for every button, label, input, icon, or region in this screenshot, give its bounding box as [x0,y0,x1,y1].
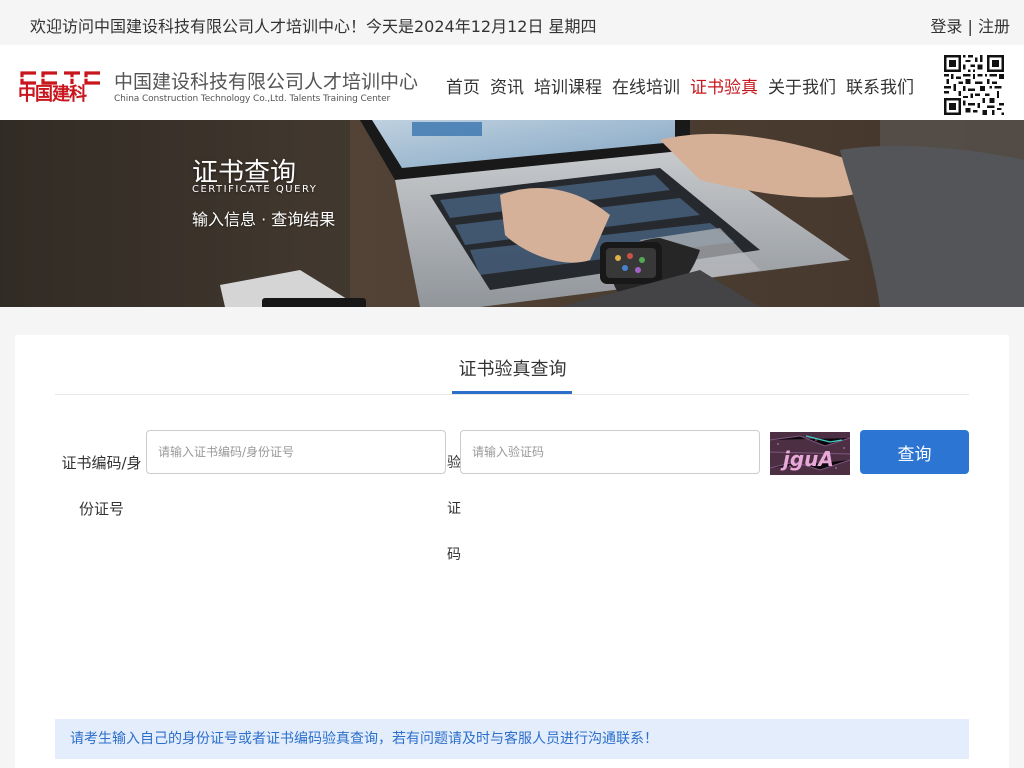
logo-name-cn: 中国建设科技有限公司人才培训中心 [114,71,419,93]
nav-item-certificate-verify[interactable]: 证书验真 [690,73,758,98]
site-logo[interactable]: 中国建科 中国建设科技有限公司人才培训中心 China Construction… [18,71,418,105]
nav-item-news[interactable]: 资讯 [490,73,524,98]
site-header: 中国建科 中国建设科技有限公司人才培训中心 China Construction… [0,45,1024,120]
auth-separator: | [962,17,978,36]
qr-code-icon [944,55,1004,115]
logo-mark-text: 中国建科 [18,84,87,105]
nav-item-home[interactable]: 首页 [446,73,480,98]
captcha-image[interactable]: jguA [770,432,850,475]
logo-name-en: China Construction Technology Co.,Ltd. T… [114,94,391,104]
banner-subtitle: CERTIFICATE QUERY [192,184,318,195]
top-bar: 欢迎访问中国建设科技有限公司人才培训中心！今天是2024年12月12日 星期四 … [0,0,1024,45]
panel-divider [55,394,969,395]
breadcrumb: 输入信息 · 查询结果 [192,210,336,229]
main-nav: 首页 资讯 培训课程 在线培训 证书验真 关于我们 联系我们 [441,73,919,98]
logo-text: 中国建设科技有限公司人才培训中心 China Construction Tech… [114,71,418,105]
nav-item-online-training[interactable]: 在线培训 [612,73,680,98]
certificate-query-panel: 证书验真查询 证书编码/身份证号 验证码 jguA 查询 请考生输入自己的身份证… [15,335,1009,768]
nav-item-contact[interactable]: 联系我们 [846,73,914,98]
laptop-typing-photo [0,120,1024,307]
query-button[interactable]: 查询 [860,430,969,474]
logo-mark: 中国建科 [18,71,104,105]
captcha-input[interactable] [460,430,760,474]
register-link[interactable]: 注册 [978,17,1010,36]
nav-item-about[interactable]: 关于我们 [768,73,836,98]
logo-cctc-icon [18,71,104,85]
certificate-number-input[interactable] [146,430,446,474]
auth-links: 登录 | 注册 [930,13,1010,37]
page-banner: 证书查询 CERTIFICATE QUERY 输入信息 · 查询结果 [0,120,1024,307]
login-link[interactable]: 登录 [930,17,962,36]
nav-item-courses[interactable]: 培训课程 [534,73,602,98]
welcome-text: 欢迎访问中国建设科技有限公司人才培训中心！今天是2024年12月12日 星期四 [30,17,597,36]
certificate-number-label: 证书编码/身份证号 [61,454,142,518]
notice-message: 请考生输入自己的身份证号或者证书编码验真查询，若有问题请及时与客服人员进行沟通联… [55,719,969,759]
tab-certificate-query[interactable]: 证书验真查询 [453,355,572,381]
captcha-text: jguA [780,447,834,471]
